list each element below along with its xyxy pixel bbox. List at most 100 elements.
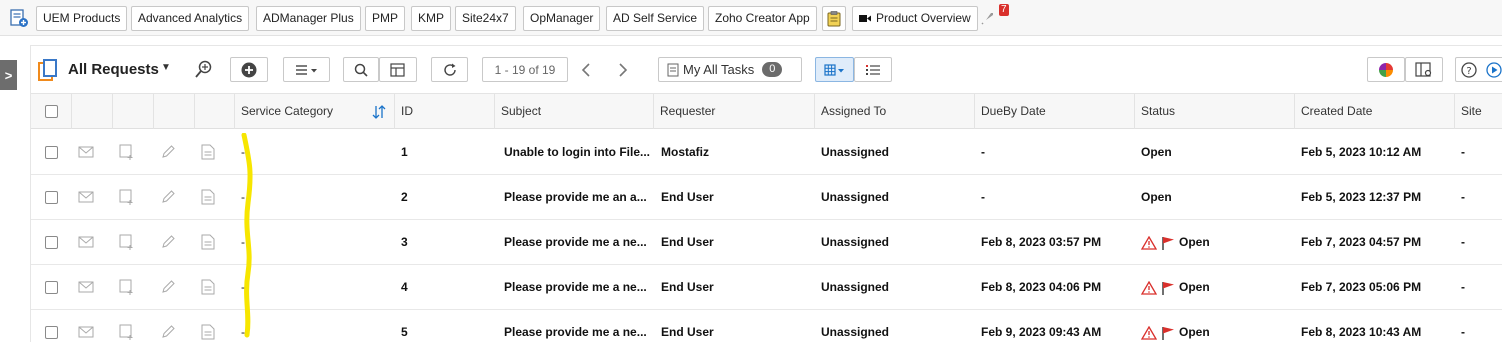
add-note-icon[interactable] bbox=[119, 189, 135, 205]
add-note-icon[interactable] bbox=[119, 144, 135, 160]
add-note-icon[interactable] bbox=[119, 279, 135, 295]
bookmark-advanced-analytics[interactable]: Advanced Analytics bbox=[131, 6, 250, 31]
column-header-subject[interactable]: Subject bbox=[495, 94, 654, 129]
id-cell[interactable]: 1 bbox=[401, 130, 408, 175]
bookmark-ad-self-service[interactable]: AD Self Service bbox=[606, 6, 705, 31]
status-cell[interactable]: Open bbox=[1141, 175, 1172, 220]
assigned-to-cell[interactable]: Unassigned bbox=[821, 310, 889, 342]
layout-settings-button[interactable] bbox=[1405, 57, 1443, 82]
search-button[interactable] bbox=[343, 57, 379, 82]
bookmark-kmp[interactable]: KMP bbox=[411, 6, 452, 31]
add-note-icon[interactable] bbox=[119, 324, 135, 340]
requests-module-icon bbox=[38, 59, 58, 86]
color-legend-button[interactable] bbox=[1367, 57, 1405, 82]
next-page-button[interactable] bbox=[611, 60, 635, 80]
row-checkbox[interactable] bbox=[45, 146, 58, 159]
bookmark-bar: UEM Products Advanced Analytics ADManage… bbox=[0, 0, 1502, 36]
subject-cell[interactable]: Please provide me a ne... bbox=[504, 265, 652, 310]
requester-cell[interactable]: End User bbox=[661, 310, 714, 342]
assigned-to-cell[interactable]: Unassigned bbox=[821, 175, 889, 220]
envelope-icon[interactable] bbox=[78, 189, 94, 205]
list-view-button[interactable] bbox=[854, 57, 892, 82]
overdue-warning-icon bbox=[1141, 280, 1157, 295]
bookmark-uem-products[interactable]: UEM Products bbox=[36, 6, 128, 31]
bookmark-admanager-plus[interactable]: ADManager Plus bbox=[256, 6, 361, 31]
column-header-assigned-to[interactable]: Assigned To bbox=[815, 94, 975, 129]
previous-page-button[interactable] bbox=[574, 60, 598, 80]
envelope-icon[interactable] bbox=[78, 279, 94, 295]
subject-cell[interactable]: Please provide me a ne... bbox=[504, 310, 652, 342]
bookmark-site24x7[interactable]: Site24x7 bbox=[455, 6, 516, 31]
subject-cell[interactable]: Unable to login into File... bbox=[504, 130, 652, 175]
rocket-icon[interactable] bbox=[980, 10, 996, 31]
id-cell[interactable]: 3 bbox=[401, 220, 408, 265]
column-header-requester[interactable]: Requester bbox=[654, 94, 815, 129]
new-request-button[interactable] bbox=[230, 57, 268, 82]
column-header-service-category[interactable]: Service Category bbox=[235, 94, 395, 129]
search-settings-icon[interactable] bbox=[193, 58, 215, 85]
refresh-button[interactable] bbox=[431, 57, 468, 82]
actions-menu-button[interactable] bbox=[283, 57, 330, 82]
row-checkbox[interactable] bbox=[45, 236, 58, 249]
created-date-cell: Feb 7, 2023 05:06 PM bbox=[1301, 280, 1422, 294]
my-tasks-button[interactable]: My All Tasks 0 bbox=[658, 57, 802, 82]
document-icon[interactable] bbox=[200, 324, 216, 340]
envelope-icon[interactable] bbox=[78, 324, 94, 340]
envelope-icon[interactable] bbox=[78, 144, 94, 160]
help-icon[interactable]: ? bbox=[1460, 61, 1477, 78]
requester-cell[interactable]: Mostafiz bbox=[661, 130, 709, 175]
grid-view-button[interactable] bbox=[815, 57, 854, 82]
assigned-to-cell[interactable]: Unassigned bbox=[821, 265, 889, 310]
subject-cell[interactable]: Please provide me an a... bbox=[504, 175, 652, 220]
assigned-to-cell[interactable]: Unassigned bbox=[821, 220, 889, 265]
envelope-icon[interactable] bbox=[78, 234, 94, 250]
bookmark-zoho-creator-app[interactable]: Zoho Creator App bbox=[708, 6, 817, 31]
edit-pencil-icon[interactable] bbox=[160, 279, 176, 295]
id-cell[interactable]: 4 bbox=[401, 265, 408, 310]
sort-icon[interactable] bbox=[372, 104, 386, 120]
edit-pencil-icon[interactable] bbox=[160, 324, 176, 340]
document-icon[interactable] bbox=[200, 279, 216, 295]
edit-pencil-icon[interactable] bbox=[160, 144, 176, 160]
status-label: Open bbox=[1179, 280, 1210, 294]
play-tour-icon[interactable] bbox=[1485, 61, 1502, 78]
status-cell[interactable]: Open bbox=[1141, 265, 1210, 310]
assigned-to-cell[interactable]: Unassigned bbox=[821, 130, 889, 175]
view-title[interactable]: All Requests bbox=[68, 61, 159, 78]
requester-cell[interactable]: End User bbox=[661, 265, 714, 310]
status-label: Open bbox=[1141, 190, 1172, 204]
row-checkbox[interactable] bbox=[45, 191, 58, 204]
row-checkbox[interactable] bbox=[45, 281, 58, 294]
clipboard-icon[interactable] bbox=[822, 6, 846, 31]
dueby-date-cell: - bbox=[981, 190, 985, 204]
document-icon[interactable] bbox=[200, 189, 216, 205]
caret-down-icon[interactable]: ▼ bbox=[161, 62, 171, 73]
column-chooser-button[interactable] bbox=[379, 57, 417, 82]
status-cell[interactable]: Open bbox=[1141, 220, 1210, 265]
document-icon[interactable] bbox=[200, 234, 216, 250]
status-cell[interactable]: Open bbox=[1141, 130, 1172, 175]
id-cell[interactable]: 2 bbox=[401, 175, 408, 220]
edit-pencil-icon[interactable] bbox=[160, 189, 176, 205]
document-icon[interactable] bbox=[200, 144, 216, 160]
sidebar-expand-button[interactable]: > bbox=[0, 60, 17, 90]
add-note-icon[interactable] bbox=[119, 234, 135, 250]
bookmark-pmp[interactable]: PMP bbox=[365, 6, 406, 31]
id-cell[interactable]: 5 bbox=[401, 310, 408, 342]
bookmark-product-overview[interactable]: Product Overview bbox=[852, 6, 978, 31]
subject-cell[interactable]: Please provide me a ne... bbox=[504, 220, 652, 265]
requester-cell[interactable]: End User bbox=[661, 220, 714, 265]
requester-cell[interactable]: End User bbox=[661, 175, 714, 220]
add-bookmark-icon[interactable] bbox=[8, 7, 30, 29]
list-view-icon bbox=[866, 64, 880, 75]
column-header-status[interactable]: Status bbox=[1135, 94, 1295, 129]
column-header-created-date[interactable]: Created Date bbox=[1295, 94, 1455, 129]
edit-pencil-icon[interactable] bbox=[160, 234, 176, 250]
column-header-site[interactable]: Site bbox=[1455, 94, 1502, 129]
status-cell[interactable]: Open bbox=[1141, 310, 1210, 342]
row-checkbox[interactable] bbox=[45, 326, 58, 339]
select-all-checkbox[interactable] bbox=[45, 105, 58, 118]
column-header-dueby-date[interactable]: DueBy Date bbox=[975, 94, 1135, 129]
bookmark-opmanager[interactable]: OpManager bbox=[523, 6, 601, 31]
column-header-id[interactable]: ID bbox=[395, 94, 495, 129]
